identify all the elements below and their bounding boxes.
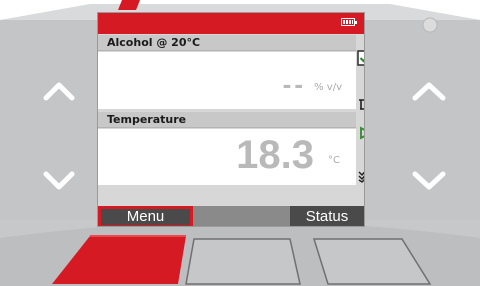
lcd-screen: Alcohol @ 20°C -- % v/v Temperature 18.3… (97, 12, 365, 227)
sample-changer-icon[interactable] (356, 95, 364, 113)
temperature-panel: 18.3 °C (98, 129, 356, 185)
menu-softkey[interactable]: Menu (98, 206, 193, 226)
multi-check-icon[interactable] (356, 166, 364, 184)
red-function-key[interactable] (50, 234, 190, 286)
down-arrow-right-button[interactable] (411, 168, 447, 194)
alcohol-value: -- (282, 69, 306, 99)
softkey-bar: Menu Status (98, 206, 364, 226)
status-softkey[interactable]: Status (290, 206, 364, 226)
up-arrow-right-button[interactable] (411, 78, 447, 104)
alcohol-label: Alcohol @ 20°C (98, 35, 356, 51)
alcohol-unit: % v/v (314, 82, 342, 93)
down-arrow-left-button[interactable] (42, 168, 76, 194)
temperature-unit: °C (328, 155, 340, 166)
function-key-2[interactable] (180, 236, 305, 286)
function-key-3[interactable] (310, 236, 435, 286)
instrument-front-panel: Alcohol @ 20°C -- % v/v Temperature 18.3… (0, 0, 480, 286)
play-icon[interactable] (356, 124, 364, 142)
temperature-label: Temperature (98, 112, 356, 128)
middle-softkey[interactable] (193, 206, 290, 226)
checkbox-checked-icon[interactable] (356, 49, 364, 67)
temperature-value: 18.3 (236, 133, 314, 177)
alcohol-panel: -- % v/v (98, 52, 356, 109)
up-arrow-left-button[interactable] (42, 78, 76, 104)
status-bar (98, 13, 364, 34)
battery-full-icon (341, 18, 357, 26)
